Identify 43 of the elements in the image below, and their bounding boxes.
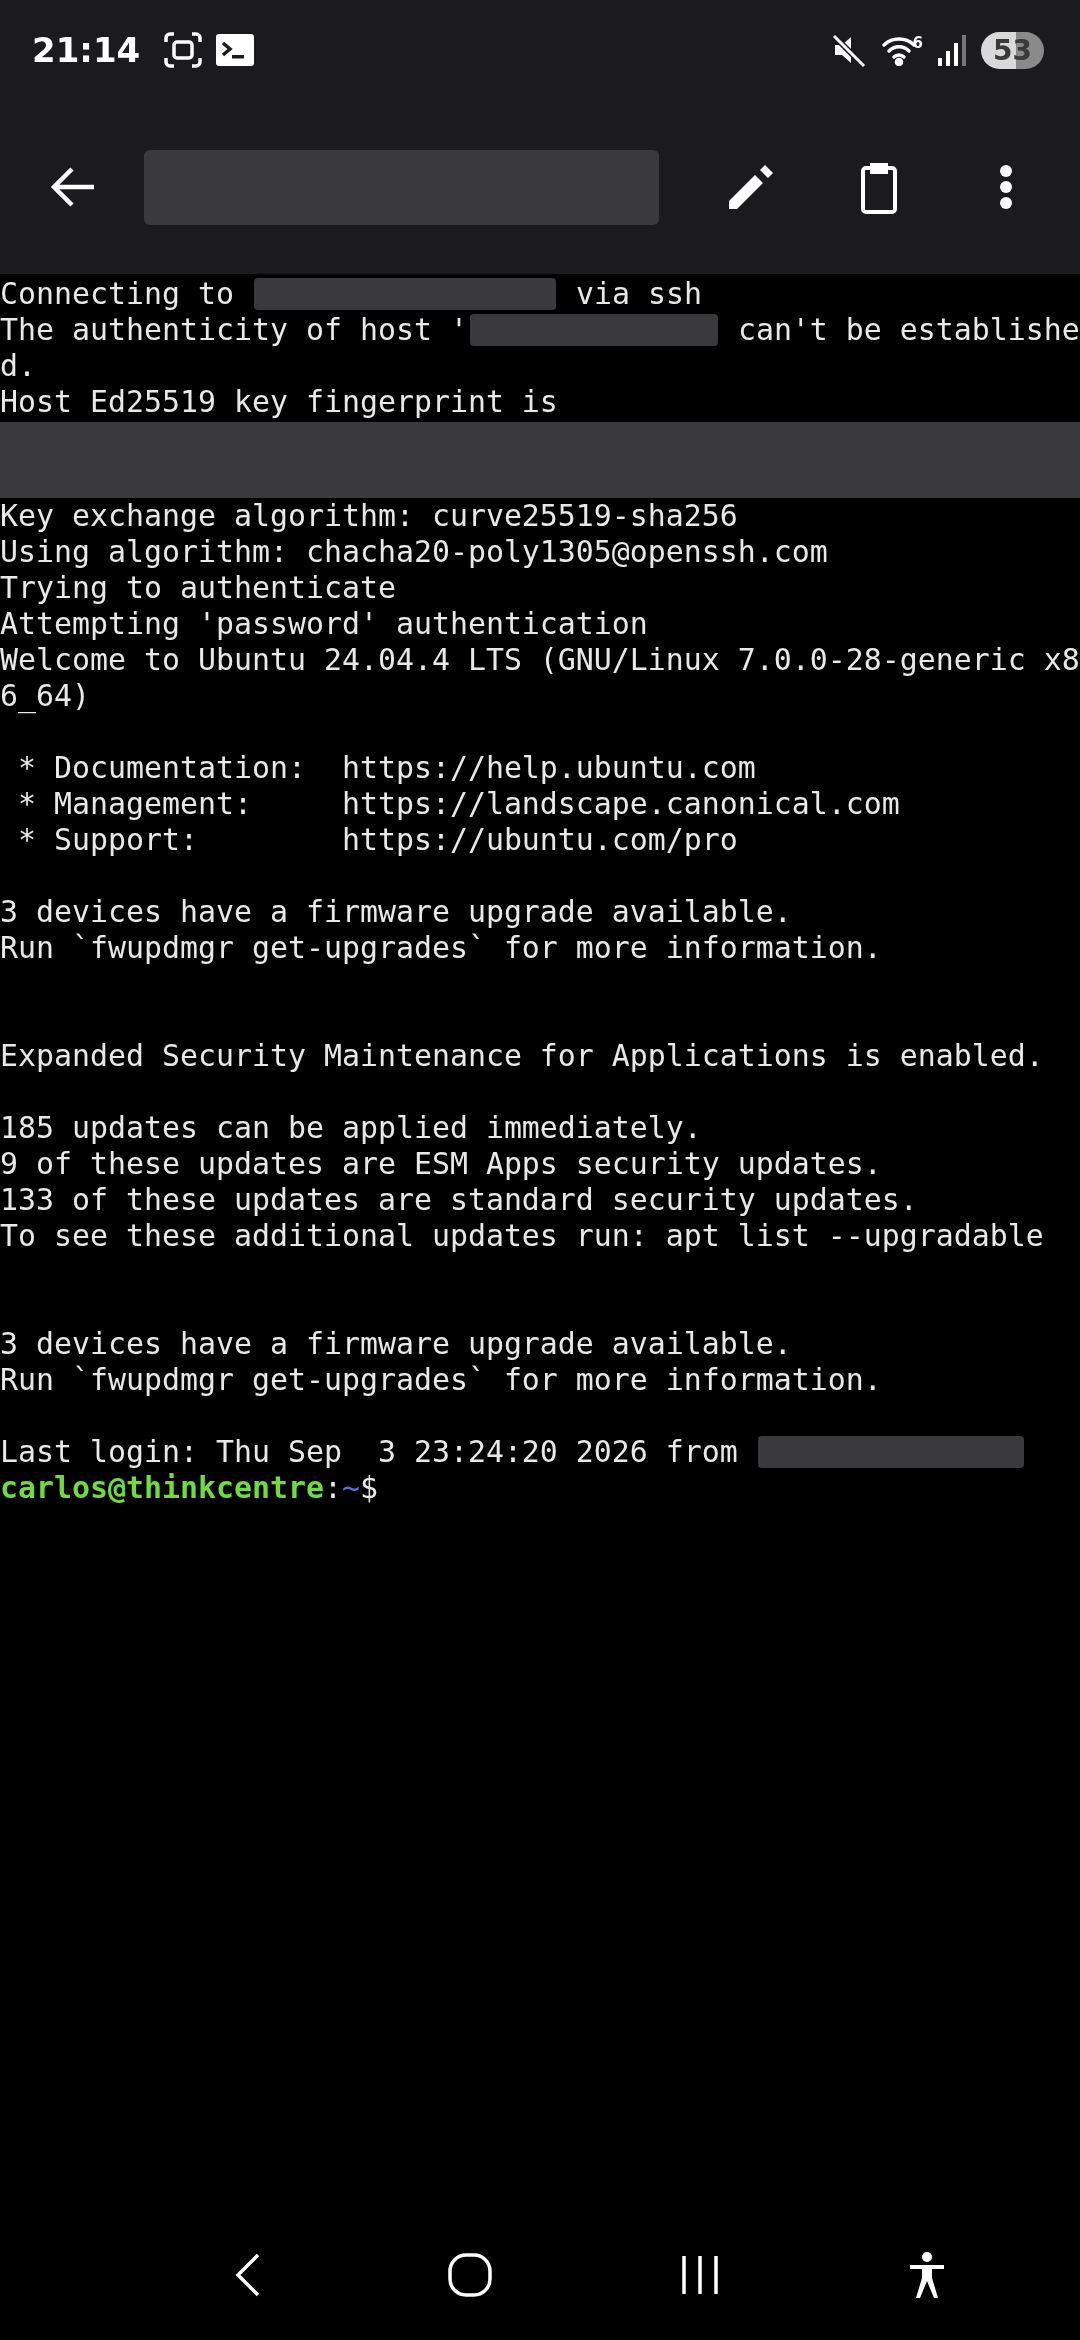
battery-indicator: 53 <box>981 31 1044 69</box>
terminal-text: Welcome to Ubuntu 24.04.4 LTS (GNU/Linux 7.0.0-28-generic x8 <box>0 642 1080 678</box>
clock: 21:14 <box>32 30 141 70</box>
pencil-icon[interactable] <box>727 163 775 211</box>
home-icon[interactable] <box>448 2253 492 2297</box>
terminal-text: * Management: https://landscape.canonical.com <box>17 786 900 822</box>
more-icon[interactable] <box>999 164 1013 210</box>
back-icon[interactable] <box>234 2253 260 2297</box>
terminal-text: Trying to authenticate <box>0 570 396 606</box>
terminal-text: Host Ed25519 key fingerprint is <box>0 384 558 420</box>
terminal-icon <box>216 34 255 66</box>
terminal-text: d. <box>0 348 36 384</box>
terminal-text: The authenticity of host ' <box>0 312 468 348</box>
back-icon[interactable] <box>50 167 96 207</box>
terminal-text: Connecting to <box>0 276 235 312</box>
terminal-text: 6_64) <box>0 678 90 714</box>
terminal-text: To see these additional updates run: apt list --upgradable <box>0 1218 1044 1254</box>
terminal-text: * Documentation: https://help.ubuntu.com <box>17 750 756 786</box>
terminal-text: via ssh <box>574 276 702 312</box>
terminal-text: Run `fwupdmgr get-upgrades` for more information. <box>0 930 882 966</box>
terminal-text: Run `fwupdmgr get-upgrades` for more information. <box>0 1362 882 1398</box>
terminal-text: Using algorithm: chacha20-poly1305@openssh.com <box>0 534 828 570</box>
terminal-text: Last login: Thu Sep 3 23:24:20 2026 from <box>0 1434 739 1470</box>
screenshot-icon <box>164 32 203 68</box>
terminal-text: Attempting 'password' authentication <box>0 606 648 642</box>
terminal-text: can't be establishe <box>736 312 1080 348</box>
prompt-path: ~ <box>341 1470 360 1506</box>
terminal-text: * Support: https://ubuntu.com/pro <box>17 822 738 858</box>
terminal-text: 3 devices have a firmware upgrade available. <box>0 894 792 930</box>
terminal-text: $ <box>359 1470 378 1506</box>
mute-icon <box>830 32 867 68</box>
terminal-text: 185 updates can be applied immediately. <box>0 1110 702 1146</box>
terminal-text: : <box>323 1470 342 1506</box>
terminal-text: 133 of these updates are standard security updates. <box>0 1182 918 1218</box>
terminal-text: Expanded Security Maintenance for Applications is enabled. <box>0 1038 1044 1074</box>
terminal-text: 9 of these updates are ESM Apps security updates. <box>0 1146 882 1182</box>
recents-icon[interactable] <box>680 2256 720 2294</box>
terminal-text: 3 devices have a firmware upgrade available. <box>0 1326 792 1362</box>
terminal-text: Key exchange algorithm: curve25519-sha256 <box>0 498 738 534</box>
accessibility-icon[interactable] <box>908 2252 946 2298</box>
prompt-user: carlos@thinkcentre <box>0 1470 324 1506</box>
network-type-label: 6 <box>912 34 924 52</box>
signal-icon <box>937 34 968 66</box>
